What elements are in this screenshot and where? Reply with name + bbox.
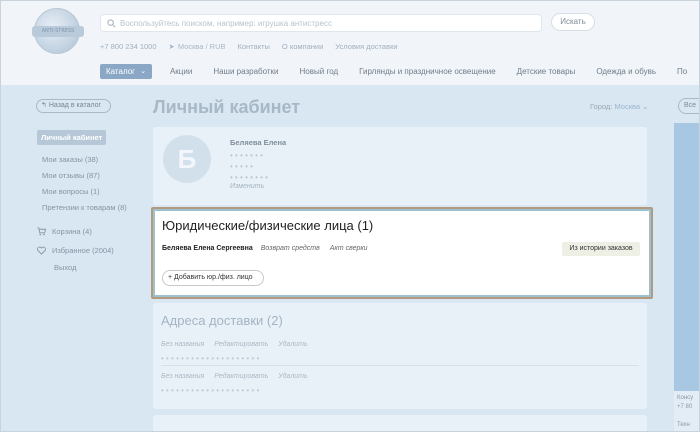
consult-phone: +7 80 [677, 404, 693, 410]
consult-text: Техн [677, 422, 690, 428]
sidebar-item-reviews[interactable]: Мои отзывы (87) [37, 168, 147, 184]
location-selector[interactable]: ➤ Москва / RUB [169, 42, 226, 51]
back-arrow-icon: ↰ [41, 102, 47, 109]
heart-icon [37, 246, 46, 255]
masked-line: • • • • • • • [230, 151, 263, 160]
consult-panel: Консу +7 80 Техн [674, 391, 699, 431]
nav-item-more[interactable]: По [677, 67, 687, 76]
profile-name: Беляева Елена [230, 138, 287, 147]
address-delete-link[interactable]: Удалить [278, 341, 307, 348]
link-contacts[interactable]: Контакты [238, 42, 270, 51]
nav-item-kids[interactable]: Детские товары [517, 67, 576, 76]
nav-item-clothing[interactable]: Одежда и обувь [596, 67, 656, 76]
address-row: Без названия Редактировать Удалить [161, 341, 318, 348]
right-chip[interactable]: Все [678, 98, 699, 114]
site-logo[interactable]: ANTI-STRESS [32, 8, 84, 54]
cart-label: Корзина (4) [52, 227, 92, 236]
sidebar-item-questions[interactable]: Мои вопросы (1) [37, 184, 147, 200]
sidebar-item-cart[interactable]: Корзина (4) [37, 222, 147, 241]
cart-icon [37, 227, 46, 236]
phone-number[interactable]: +7 800 234 1000 [100, 42, 157, 51]
from-order-history-button[interactable]: Из истории заказов [562, 242, 640, 256]
legal-entity-row: Беляева Елена Сергеевна Возврат средств … [162, 245, 378, 252]
search-input[interactable] [120, 18, 520, 28]
sidebar: Личный кабинет Мои заказы (38) Мои отзыв… [37, 127, 147, 276]
profile-card: Б Беляева Елена • • • • • • • • • • • • … [153, 127, 647, 205]
delivery-addresses-title: Адреса доставки (2) [161, 313, 283, 328]
chevron-down-icon: ⌄ [140, 67, 146, 75]
back-label: Назад в каталог [48, 102, 102, 109]
address-masked: • • • • • • • • • • • • • • • • • • • • [161, 354, 260, 363]
search-icon [107, 18, 116, 27]
right-banner[interactable] [674, 123, 699, 431]
site-header: ANTI-STRESS Искать +7 800 234 1000 ➤Моск… [1, 1, 699, 85]
location-label: Москва / RUB [177, 41, 226, 51]
location-arrow-icon: ➤ [168, 41, 175, 51]
bottom-card [153, 415, 647, 431]
city-selector[interactable]: Город: Москва ⌄ [590, 102, 648, 111]
legal-entities-title: Юридические/физические лица (1) [162, 218, 374, 233]
legal-entity-name: Беляева Елена Сергеевна [162, 245, 253, 252]
divider [161, 365, 639, 366]
back-to-catalog-button[interactable]: ↰ Назад в каталог [36, 99, 111, 113]
sidebar-item-account[interactable]: Личный кабинет [37, 130, 107, 145]
link-delivery[interactable]: Условия доставки [335, 42, 397, 51]
profile-masked-info: • • • • • • • • • • • • • • • • • • • • [230, 150, 268, 183]
app-window: ANTI-STRESS Искать +7 800 234 1000 ➤Моск… [0, 0, 700, 432]
chevron-down-icon: ⌄ [642, 102, 649, 111]
nav-item-developments[interactable]: Наши разработки [213, 67, 278, 76]
search-button[interactable]: Искать [551, 13, 595, 31]
refund-link[interactable]: Возврат средств [261, 245, 320, 252]
page-title: Личный кабинет [153, 97, 301, 117]
main-nav: Каталог ⌄ Акции Наши разработки Новый го… [100, 63, 699, 79]
favorites-label: Избранное (2004) [52, 246, 114, 255]
address-name: Без названия [161, 341, 205, 348]
logo-ribbon: ANTI-STRESS [32, 26, 84, 37]
avatar: Б [163, 135, 211, 183]
add-legal-entity-button[interactable]: + Добавить юр./физ. лицо [162, 270, 264, 286]
contacts-row: +7 800 234 1000 ➤ Москва / RUB Контакты О… [100, 41, 410, 51]
sidebar-item-claims[interactable]: Претензии к товарам (8) [37, 200, 147, 216]
masked-line: • • • • • [230, 162, 253, 171]
address-delete-link[interactable]: Удалить [278, 373, 307, 380]
nav-item-garlands[interactable]: Гирлянды и праздничное освещение [359, 67, 496, 76]
city-value: Москва [614, 102, 641, 111]
search-box [100, 14, 542, 32]
consult-text: Консу [677, 395, 694, 401]
address-edit-link[interactable]: Редактировать [214, 341, 268, 348]
reconciliation-act-link[interactable]: Акт сверки [330, 245, 368, 252]
sidebar-item-favorites[interactable]: Избранное (2004) [37, 241, 147, 260]
sidebar-item-logout[interactable]: Выход [37, 260, 147, 276]
address-name: Без названия [161, 373, 205, 380]
nav-item-new-year[interactable]: Новый год [300, 67, 339, 76]
catalog-label: Каталог [106, 66, 136, 76]
address-masked: • • • • • • • • • • • • • • • • • • • • [161, 386, 260, 395]
catalog-button[interactable]: Каталог ⌄ [100, 63, 152, 79]
profile-edit-link[interactable]: Изменить [230, 183, 264, 190]
city-label: Город: [590, 102, 613, 111]
legal-entities-card: Юридические/физические лица (1) Беляева … [151, 207, 653, 299]
sidebar-item-orders[interactable]: Мои заказы (38) [37, 152, 147, 168]
address-edit-link[interactable]: Редактировать [214, 373, 268, 380]
address-row: Без названия Редактировать Удалить [161, 373, 318, 380]
link-about[interactable]: О компании [282, 42, 323, 51]
page-content: ↰ Назад в каталог Личный кабинет Город: … [1, 85, 699, 431]
nav-item-sales[interactable]: Акции [170, 67, 192, 76]
delivery-addresses-card: Адреса доставки (2) Без названия Редакти… [153, 303, 647, 409]
masked-line: • • • • • • • • [230, 173, 268, 182]
